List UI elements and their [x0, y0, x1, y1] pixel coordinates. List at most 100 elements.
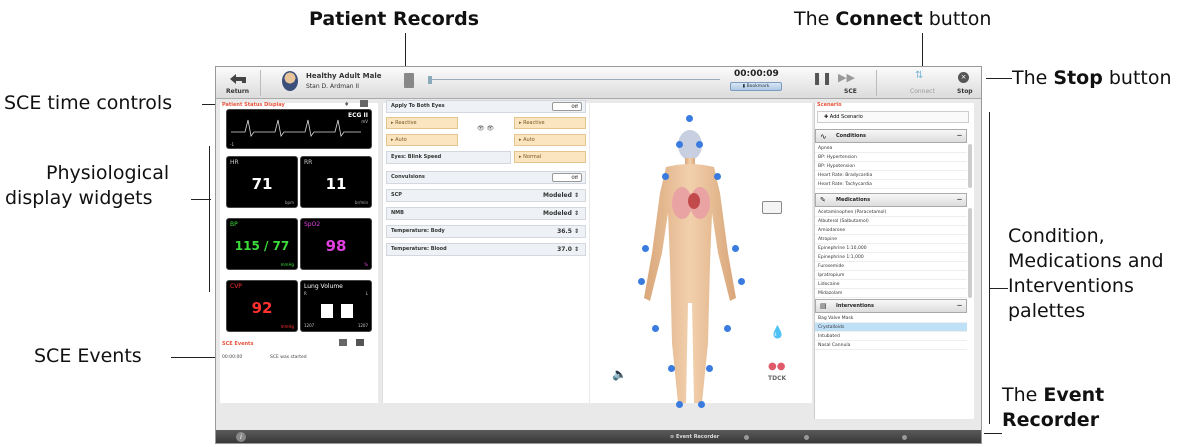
- tdck-label[interactable]: TDCK: [768, 375, 786, 382]
- human-body-figure[interactable]: [590, 103, 812, 403]
- lung-volume-widget[interactable]: Lung Volume R L 1207 1207: [300, 280, 372, 332]
- list-item[interactable]: Epinephrine 1:1,000: [815, 253, 967, 262]
- list-item[interactable]: Heart Rate: Bradycardia: [815, 171, 967, 180]
- shoulder-site[interactable]: [714, 173, 721, 180]
- ecg-widget[interactable]: ECG II mV -1: [226, 109, 372, 149]
- hand-site[interactable]: [638, 278, 645, 285]
- hand-site[interactable]: [652, 325, 659, 332]
- list-item[interactable]: Atropine: [815, 235, 967, 244]
- list-item[interactable]: BP: Hypertension: [815, 153, 967, 162]
- annotation-sce-time-controls: SCE time controls: [4, 92, 173, 114]
- arm-site[interactable]: [732, 245, 739, 252]
- speaker-icon[interactable]: 🔈: [612, 367, 627, 381]
- temp-body-row[interactable]: Temperature: Body 36.5 ⇕: [386, 225, 586, 238]
- clipboard-icon[interactable]: [356, 339, 364, 346]
- cvp-label: CVP: [230, 283, 242, 290]
- temp-blood-row[interactable]: Temperature: Blood 37.0 ⇕: [386, 243, 586, 256]
- ecg-unit: mV: [361, 119, 368, 124]
- bp-widget[interactable]: BP 115 / 77 mmHg: [226, 218, 298, 270]
- hand-site[interactable]: [738, 278, 745, 285]
- list-item[interactable]: Amiodarone: [815, 226, 967, 235]
- bookmark-label: Bookmark: [746, 84, 770, 89]
- list-item[interactable]: Epinephrine 1:10,000: [815, 244, 967, 253]
- temp-blood-value: 37.0 ⇕: [557, 246, 579, 253]
- cvp-widget[interactable]: CVP 92 mmHg: [226, 280, 298, 332]
- patient-name: Healthy Adult Male: [306, 72, 382, 80]
- list-item[interactable]: Heart Rate: Tachycardia: [815, 180, 967, 189]
- convulsions-toggle[interactable]: Off: [552, 173, 582, 182]
- arm-site[interactable]: [642, 245, 649, 252]
- monitor-icon[interactable]: [762, 201, 782, 214]
- list-item[interactable]: Bag Valve Mask: [815, 314, 967, 323]
- apply-both-toggle[interactable]: Off: [552, 102, 582, 111]
- scp-row[interactable]: SCP Modeled ⇕: [386, 189, 586, 202]
- list-item[interactable]: Acetaminophen (Paracetamol): [815, 208, 967, 217]
- rr-widget[interactable]: RR 11 br/min: [300, 156, 372, 208]
- head-site[interactable]: [686, 115, 693, 122]
- timeline-track[interactable]: [430, 79, 720, 80]
- collapse-icon[interactable]: —: [957, 130, 962, 143]
- record-icon[interactable]: [902, 435, 907, 440]
- list-item[interactable]: BP: Hypotension: [815, 162, 967, 171]
- left-pupil-reactive[interactable]: ▸ Reactive: [386, 117, 458, 129]
- list-item[interactable]: Apnea: [815, 144, 967, 153]
- connect-button[interactable]: ⇅ Connect: [902, 69, 942, 97]
- foot-site[interactable]: [676, 401, 683, 408]
- list-item[interactable]: Ipratropium: [815, 271, 967, 280]
- info-icon[interactable]: i: [236, 432, 246, 442]
- interventions-header[interactable]: ▤ Interventions —: [815, 299, 967, 313]
- bp-label: BP: [230, 221, 238, 228]
- right-pupil-reactive[interactable]: ▸ Reactive: [514, 117, 586, 129]
- sce-timer: 00:00:09: [734, 69, 779, 79]
- list-item[interactable]: Albuterol (Salbutamol): [815, 217, 967, 226]
- pause-icon[interactable]: ❚❚: [812, 71, 832, 85]
- timeline-handle[interactable]: [428, 76, 432, 84]
- record-icon[interactable]: [804, 435, 809, 440]
- list-item[interactable]: Furosemide: [815, 262, 967, 271]
- nmb-row[interactable]: NMB Modeled ⇕: [386, 207, 586, 220]
- patient-records-icon[interactable]: [404, 73, 414, 88]
- medications-header[interactable]: ✎ Medications —: [815, 193, 967, 207]
- conditions-header[interactable]: ∿ Conditions —: [815, 129, 967, 143]
- eye-site[interactable]: [696, 141, 703, 148]
- list-item[interactable]: Midazolam: [815, 289, 967, 298]
- leg-site[interactable]: [668, 365, 675, 372]
- list-item[interactable]: Intubated: [815, 332, 967, 341]
- shoulder-site[interactable]: [662, 173, 669, 180]
- foot-site[interactable]: [698, 401, 705, 408]
- camera-icon[interactable]: [339, 339, 347, 346]
- record-icon[interactable]: [744, 435, 749, 440]
- temp-blood-label: Temperature: Blood: [391, 246, 447, 252]
- blood-drops-icon[interactable]: ●●: [768, 361, 785, 372]
- rr-value: 11: [325, 175, 347, 193]
- blink-speed-select[interactable]: ▸ Normal: [514, 151, 586, 163]
- eye-site[interactable]: [676, 141, 683, 148]
- leg-site[interactable]: [706, 365, 713, 372]
- drop-icon[interactable]: 💧: [770, 325, 785, 339]
- bookmark-button[interactable]: ▮ Bookmark: [730, 82, 782, 91]
- patient-avatar[interactable]: [282, 71, 298, 91]
- spo2-widget[interactable]: SpO2 98 %: [300, 218, 372, 270]
- patient-status-title: Patient Status Display: [222, 102, 285, 108]
- grid-icon[interactable]: [360, 100, 368, 107]
- hand-site[interactable]: [724, 325, 731, 332]
- return-button[interactable]: Return: [222, 70, 254, 96]
- collapse-icon[interactable]: —: [957, 194, 962, 207]
- event-recorder-button[interactable]: ⊙ Event Recorder: [670, 434, 719, 440]
- scrollbar[interactable]: [968, 144, 972, 188]
- fast-forward-icon[interactable]: ▶▶: [838, 71, 855, 84]
- list-item[interactable]: Lidocaine: [815, 280, 967, 289]
- scrollbar[interactable]: [968, 208, 972, 298]
- collapse-icon[interactable]: —: [957, 300, 962, 313]
- add-scenario-button[interactable]: ✚ Add Scenario: [817, 111, 969, 123]
- list-item[interactable]: Crystalloids: [815, 323, 967, 332]
- rr-label: RR: [304, 159, 313, 166]
- hr-widget[interactable]: HR 71 bpm: [226, 156, 298, 208]
- conditions-title: Conditions: [836, 133, 867, 139]
- right-blink-auto[interactable]: ▸ Auto: [514, 134, 586, 146]
- spo2-value: 98: [325, 237, 347, 255]
- stop-button[interactable]: × Stop: [951, 69, 979, 97]
- list-item[interactable]: Nasal Cannula: [815, 341, 967, 350]
- bell-icon[interactable]: ♦: [344, 101, 349, 108]
- left-blink-auto[interactable]: ▸ Auto: [386, 134, 458, 146]
